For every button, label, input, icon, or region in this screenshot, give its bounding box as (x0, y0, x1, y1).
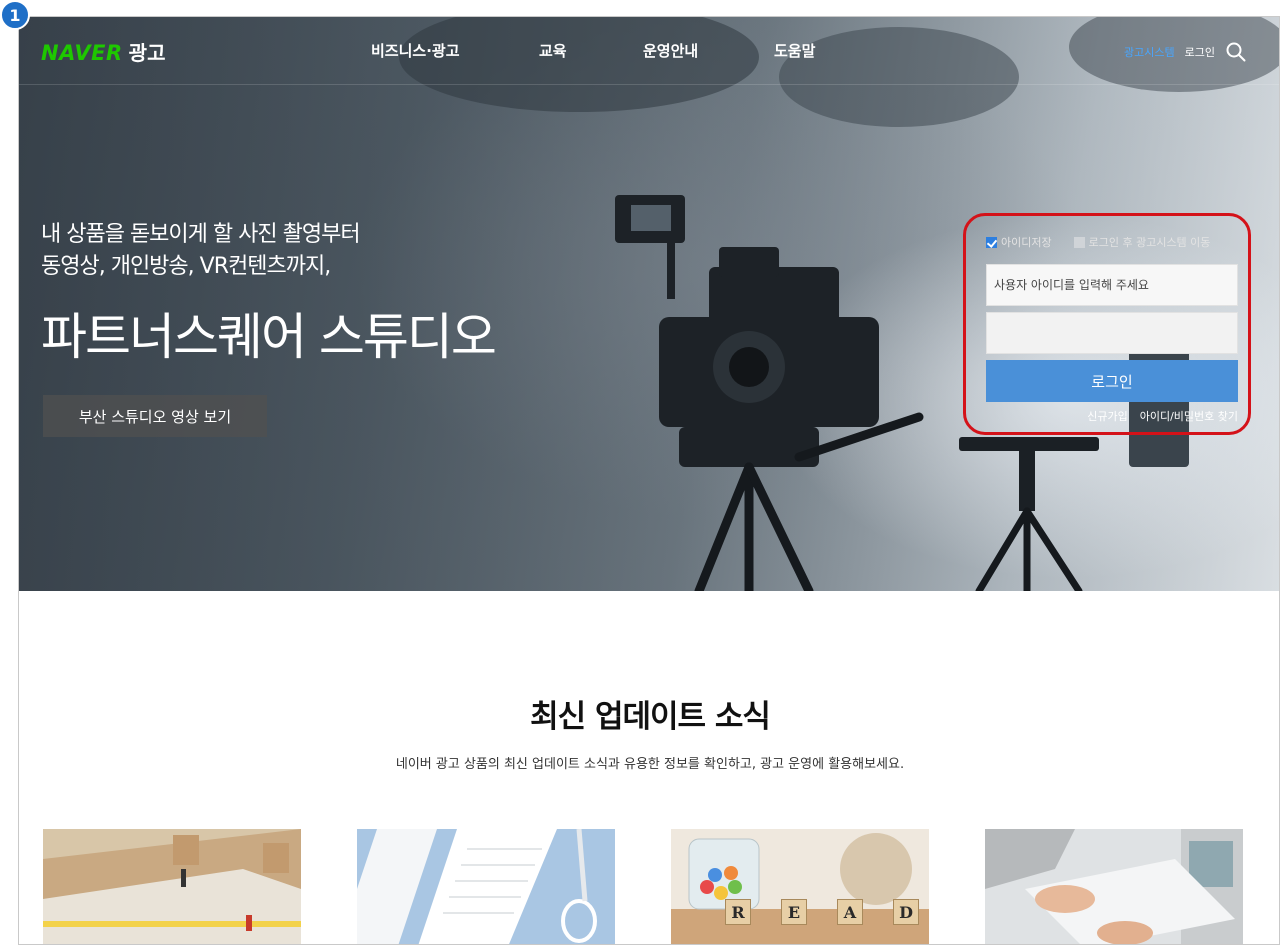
login-box-highlight: 아이디저장 로그인 후 광고시스템 이동 로그인 신규가입 아이디/비밀번호 찾… (963, 213, 1251, 435)
hero-title: 파트너스퀘어 스튜디오 (41, 308, 497, 366)
block-letter: R (725, 899, 751, 925)
find-account-link[interactable]: 아이디/비밀번호 찾기 (1140, 408, 1238, 424)
update-card-3[interactable]: R E A D (671, 829, 929, 944)
update-cards: R E A D (43, 829, 1253, 944)
login-options: 아이디저장 로그인 후 광고시스템 이동 (986, 234, 1238, 250)
goto-system-label[interactable]: 로그인 후 광고시스템 이동 (1089, 234, 1211, 250)
nav-operation-guide[interactable]: 운영안내 (643, 40, 698, 61)
utility-menu: 광고시스템 로그인 (1124, 41, 1247, 63)
hero-copy: 내 상품을 돋보이게 할 사진 촬영부터 동영상, 개인방송, VR컨텐츠까지,… (41, 219, 497, 369)
update-card-1[interactable] (43, 829, 301, 944)
hero-subtitle-line1: 내 상품을 돋보이게 할 사진 촬영부터 (41, 222, 361, 247)
naver-ad-logo[interactable]: NAVER 광고 (41, 37, 165, 66)
password-input[interactable] (986, 312, 1238, 354)
block-letter: E (781, 899, 807, 925)
busan-studio-video-button[interactable]: 부산 스튜디오 영상 보기 (43, 395, 267, 437)
nav-business-ad[interactable]: 비즈니스·광고 (371, 40, 460, 61)
updates-description: 네이버 광고 상품의 최신 업데이트 소식과 유용한 정보를 확인하고, 광고 … (395, 757, 905, 772)
nav-education[interactable]: 교육 (539, 40, 567, 61)
hero-banner: NAVER 광고 비즈니스·광고 교육 운영안내 도움말 광고시스템 로그인 내… (19, 17, 1279, 591)
ruler-scissors-image (357, 829, 615, 944)
ad-system-link[interactable]: 광고시스템 (1124, 44, 1175, 60)
read-blocks: R E A D (725, 899, 919, 925)
candy-jar-read-image (671, 829, 929, 944)
save-id-checkbox[interactable] (986, 236, 997, 248)
login-form: 아이디저장 로그인 후 광고시스템 이동 로그인 신규가입 아이디/비밀번호 찾… (986, 234, 1238, 424)
step-badge: 1 (0, 0, 30, 30)
header-login-link[interactable]: 로그인 (1185, 44, 1215, 60)
login-button[interactable]: 로그인 (986, 360, 1238, 402)
save-id-label[interactable]: 아이디저장 (1001, 234, 1052, 250)
logo-suffix: 광고 (128, 41, 166, 65)
logo-brand: NAVER (41, 41, 123, 65)
miniature-figures-image (43, 829, 301, 944)
user-id-input[interactable] (986, 264, 1238, 306)
browser-frame: NAVER 광고 비즈니스·광고 교육 운영안내 도움말 광고시스템 로그인 내… (18, 16, 1280, 945)
site-header: NAVER 광고 비즈니스·광고 교육 운영안내 도움말 광고시스템 로그인 (19, 17, 1279, 85)
login-links: 신규가입 아이디/비밀번호 찾기 (986, 408, 1238, 424)
block-letter: A (837, 899, 863, 925)
updates-title: 최신 업데이트 소식 (530, 699, 771, 735)
nav-help[interactable]: 도움말 (774, 40, 815, 61)
signup-link[interactable]: 신규가입 (1087, 408, 1127, 424)
update-card-2[interactable] (357, 829, 615, 944)
laptop-hands-image (985, 829, 1243, 944)
update-card-4[interactable] (985, 829, 1243, 944)
block-letter: D (893, 899, 919, 925)
hero-subtitle-line2: 동영상, 개인방송, VR컨텐츠까지, (41, 254, 331, 279)
search-icon[interactable] (1225, 41, 1247, 63)
goto-system-checkbox[interactable] (1073, 236, 1085, 248)
